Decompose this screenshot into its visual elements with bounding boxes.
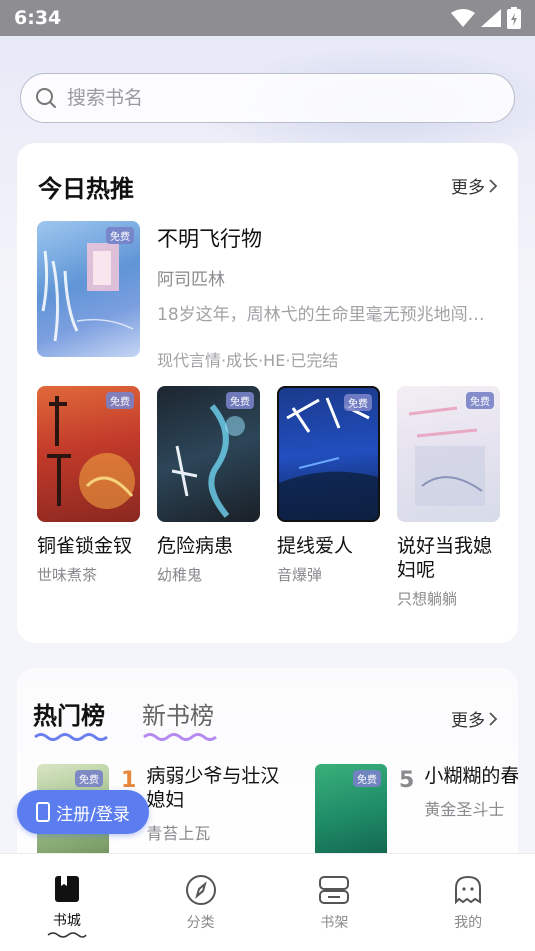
featured-book-title: 不明飞行物 — [157, 227, 262, 251]
featured-book-info[interactable]: 不明飞行物 阿司匹林 18岁这年，周林弋的生命里毫无预兆地闯进了一个不明飞行物 … — [157, 223, 497, 371]
nav-label: 书架 — [320, 915, 349, 931]
tab-underline — [143, 733, 217, 741]
book-title: 小糊糊的春天 — [424, 765, 518, 787]
free-badge: 免费 — [466, 392, 494, 409]
book-card[interactable]: 免费 说好当我媳妇呢 只想躺躺 — [397, 386, 500, 609]
wifi-icon — [451, 9, 475, 27]
book-cover: 免费 — [315, 764, 387, 864]
active-indicator — [47, 932, 87, 938]
free-badge: 免费 — [353, 770, 381, 787]
chevron-right-icon — [489, 178, 498, 193]
more-link[interactable]: 更多 — [451, 706, 498, 731]
rank-number: 5 — [399, 768, 415, 793]
book-author: 只想躺躺 — [397, 590, 458, 608]
search-icon — [36, 88, 56, 108]
book-cover: 免费 — [37, 386, 140, 522]
book-title: 病弱少爷与壮汉媳妇 — [146, 765, 280, 811]
book-author: 黄金圣斗士 — [424, 800, 505, 819]
featured-book-author: 阿司匹林 — [157, 270, 225, 290]
featured-book-description: 18岁这年，周林弋的生命里毫无预兆地闯进了一个不明飞行物 — [157, 305, 492, 325]
profile-icon — [455, 875, 482, 905]
book-title: 危险病患 — [157, 535, 234, 557]
book-cover: 免费 — [157, 386, 260, 522]
ranking-item-text: 小糊糊的春天 黄金圣斗士 — [424, 764, 518, 864]
free-badge: 免费 — [75, 770, 103, 787]
featured-book-cover[interactable]: 免费 — [37, 221, 140, 357]
login-label: 注册/登录 — [56, 804, 130, 825]
book-cover: 免费 — [397, 386, 500, 522]
book-title: 说好当我媳妇呢 — [397, 535, 493, 581]
status-time: 6:34 — [14, 7, 62, 29]
nav-label: 书城 — [52, 913, 81, 929]
tab-new-ranking[interactable]: 新书榜 — [142, 696, 214, 731]
nav-bookstore[interactable]: 书城 — [17, 854, 117, 951]
book-card[interactable]: 免费 危险病患 幼稚鬼 — [157, 386, 260, 609]
book-card[interactable]: 免费 提线爱人 音爆弹 — [277, 386, 380, 609]
status-icons — [451, 7, 521, 29]
free-badge: 免费 — [106, 227, 134, 244]
book-icon — [54, 876, 79, 902]
free-badge: 免费 — [226, 392, 254, 409]
ranking-item[interactable]: 免费 5 小糊糊的春天 黄金圣斗士 — [315, 764, 518, 864]
more-link[interactable]: 更多 — [451, 173, 498, 198]
login-register-button[interactable]: 注册/登录 — [17, 790, 149, 834]
ranking-item-text: 病弱少爷与壮汉媳妇 青苔上瓦 — [146, 764, 296, 864]
search-input[interactable] — [67, 87, 467, 109]
nav-label: 我的 — [454, 915, 483, 931]
signal-icon — [481, 9, 501, 27]
hot-recommend-card: 今日热推 更多 免费 不明飞行物 阿司匹林 18岁这年，周林弋的生命里毫无预兆地… — [17, 143, 518, 643]
compass-icon — [185, 875, 216, 905]
free-badge: 免费 — [344, 394, 372, 411]
book-card[interactable]: 免费 铜雀锁金钗 世味煮茶 — [37, 386, 140, 609]
tab-hot-ranking[interactable]: 热门榜 — [33, 696, 105, 731]
book-author: 青苔上瓦 — [146, 824, 211, 843]
bottom-navigation: 书城 分类 书架 我的 — [0, 853, 535, 951]
battery-icon — [507, 7, 521, 29]
more-label: 更多 — [451, 711, 485, 731]
book-cover: 免费 — [277, 386, 380, 522]
free-badge: 免费 — [106, 392, 134, 409]
nav-label: 分类 — [186, 915, 215, 931]
featured-book-tags: 现代言情·成长·HE·已完结 — [157, 351, 339, 370]
book-title: 提线爱人 — [277, 535, 354, 557]
active-tab-underline — [34, 733, 108, 741]
more-label: 更多 — [451, 178, 485, 198]
book-grid: 免费 铜雀锁金钗 世味煮茶 免费 危险病患 幼稚鬼 免费 提线爱人 音爆弹 免费… — [37, 386, 507, 609]
phone-icon — [36, 802, 51, 822]
chevron-right-icon — [489, 711, 498, 726]
nav-profile[interactable]: 我的 — [418, 854, 518, 951]
bookshelf-icon — [319, 876, 350, 904]
ranking-card: 热门榜 新书榜 更多 免费 1 病弱少爷与壮汉媳妇 青苔上瓦 免费 5 小糊糊的… — [17, 668, 518, 868]
book-author: 幼稚鬼 — [157, 566, 203, 584]
search-bar[interactable] — [20, 73, 515, 123]
book-author: 世味煮茶 — [37, 566, 98, 584]
nav-category[interactable]: 分类 — [151, 854, 251, 951]
book-title: 铜雀锁金钗 — [37, 535, 133, 557]
status-bar: 6:34 — [0, 0, 535, 36]
book-author: 音爆弹 — [277, 566, 323, 584]
nav-bookshelf[interactable]: 书架 — [284, 854, 384, 951]
section-title: 今日热推 — [38, 175, 134, 203]
